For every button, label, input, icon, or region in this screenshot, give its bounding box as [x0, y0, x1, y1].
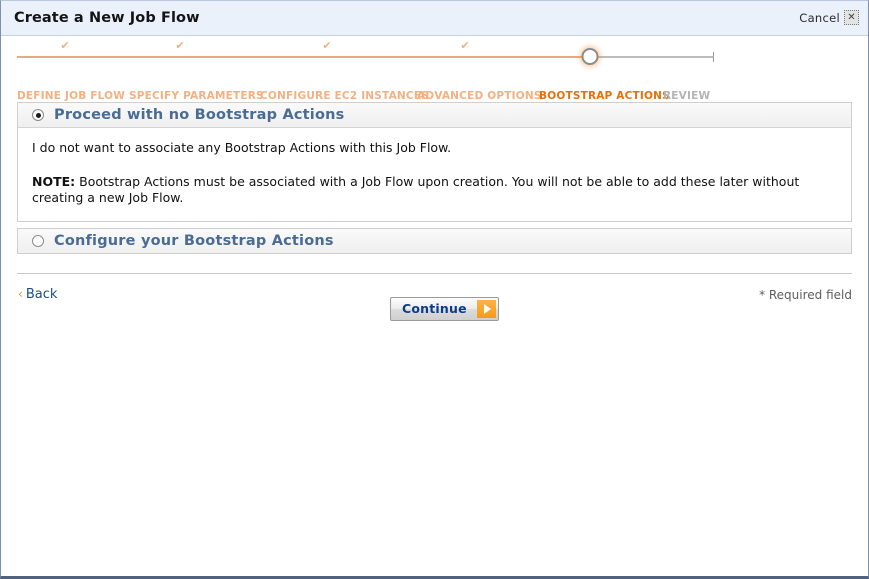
- dialog-footer: ‹ Back Continue * Required field: [17, 274, 852, 330]
- continue-label: Continue: [402, 301, 467, 316]
- back-link[interactable]: ‹ Back: [18, 287, 57, 302]
- cancel-label[interactable]: Cancel: [799, 11, 840, 25]
- arrow-right-icon: [476, 299, 496, 318]
- continue-button[interactable]: Continue: [390, 296, 499, 321]
- page-title: Create a New Job Flow: [14, 10, 200, 26]
- chevron-left-icon: ‹: [18, 286, 23, 301]
- note-label: NOTE:: [32, 173, 76, 189]
- wizard-stepper: ✔ DEFINE JOB FLOW ✔ SPECIFY PARAMETERS ✔ CONF…: [1, 36, 868, 102]
- panel-header-proceed[interactable]: Proceed with no Bootstrap Actions: [18, 103, 851, 128]
- panel-body-line1: I do not want to associate any Bootstrap…: [32, 140, 452, 155]
- radio-configure-your-bootstrap-actions[interactable]: [32, 234, 44, 247]
- step-check-icon: ✔: [322, 39, 332, 52]
- stepper-track: ✔ DEFINE JOB FLOW ✔ SPECIFY PARAMETERS ✔ CONF…: [17, 40, 714, 102]
- stepper-end-cap: [713, 52, 714, 62]
- step-check-icon: ✔: [460, 39, 470, 52]
- stepper-track-remaining: [590, 56, 713, 58]
- step-current-marker: [581, 48, 599, 65]
- step-label-configure-ec2-instances[interactable]: CONFIGURE EC2 INSTANCES: [260, 90, 429, 102]
- required-field-note: * Required field: [759, 287, 852, 302]
- step-check-icon: ✔: [60, 39, 70, 52]
- radio-proceed-with-no-bootstrap-actions[interactable]: [32, 109, 44, 121]
- cancel-group[interactable]: Cancel ✕: [799, 10, 859, 25]
- stepper-track-completed: [17, 56, 590, 58]
- panel-configure-your-bootstrap-actions[interactable]: Configure your Bootstrap Actions: [17, 227, 852, 254]
- step-label-review[interactable]: REVIEW: [663, 90, 710, 102]
- step-label-define-job-flow[interactable]: DEFINE JOB FLOW: [17, 90, 125, 102]
- panel-body-note: NOTE: Bootstrap Actions must be associat…: [32, 174, 837, 207]
- back-label: Back: [25, 286, 58, 302]
- panel-proceed-with-no-bootstrap-actions[interactable]: Proceed with no Bootstrap Actions I do n…: [17, 102, 852, 222]
- step-label-advanced-options[interactable]: ADVANCED OPTIONS: [417, 90, 542, 102]
- panel-title-proceed: Proceed with no Bootstrap Actions: [54, 107, 345, 123]
- step-label-bootstrap-actions[interactable]: BOOTSTRAP ACTIONS: [539, 90, 670, 102]
- step-check-icon: ✔: [175, 39, 185, 52]
- panel-title-configure: Configure your Bootstrap Actions: [54, 232, 334, 249]
- dialog-title-bar: Create a New Job Flow Cancel ✕: [1, 1, 868, 36]
- panel-body-proceed: I do not want to associate any Bootstrap…: [18, 128, 851, 221]
- close-icon[interactable]: ✕: [844, 10, 859, 25]
- create-job-flow-dialog: Create a New Job Flow Cancel ✕ ✔ DEFINE J…: [0, 0, 869, 579]
- step-label-specify-parameters[interactable]: SPECIFY PARAMETERS: [129, 90, 264, 102]
- note-text: Bootstrap Actions must be associated wit…: [32, 173, 800, 206]
- bootstrap-options-panels: Proceed with no Bootstrap Actions I do n…: [17, 102, 852, 254]
- panel-header-configure[interactable]: Configure your Bootstrap Actions: [18, 228, 851, 253]
